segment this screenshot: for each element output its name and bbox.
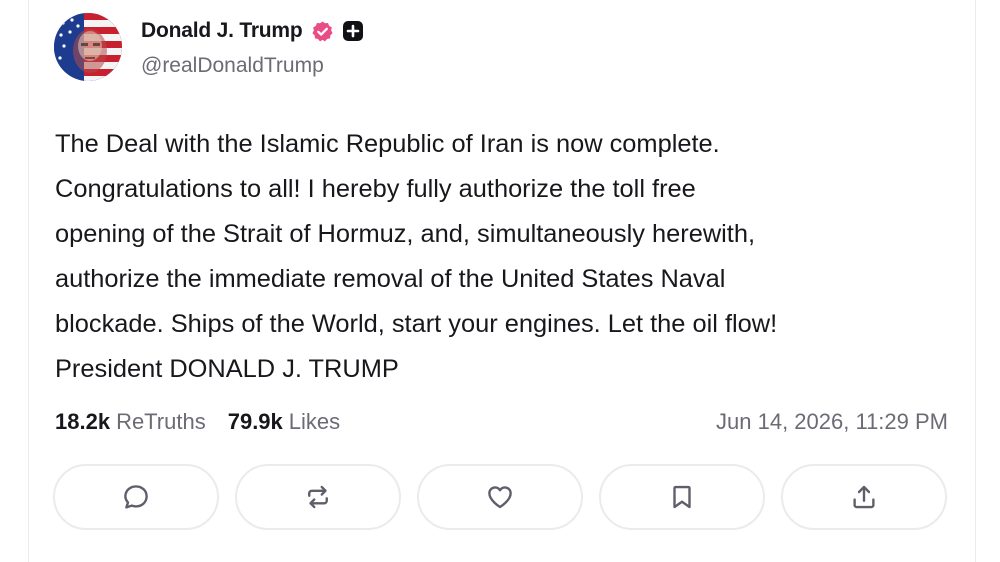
post-stats: 18.2k ReTruths 79.9k Likes (55, 405, 340, 439)
heart-icon (488, 486, 512, 509)
retruths-count[interactable]: 18.2k (55, 409, 110, 435)
author-handle[interactable]: @realDonaldTrump (141, 54, 324, 78)
avatar-image (54, 13, 122, 81)
share-button[interactable] (781, 464, 947, 530)
plus-badge-icon (342, 20, 364, 42)
action-bar (53, 464, 947, 530)
share-icon (853, 485, 875, 509)
bookmark-icon (673, 485, 691, 509)
like-button[interactable] (417, 464, 583, 530)
retruth-button[interactable] (235, 464, 401, 530)
likes-count[interactable]: 79.9k (228, 409, 283, 435)
avatar[interactable] (54, 13, 122, 81)
author-display-name[interactable]: Donald J. Trump (141, 19, 303, 43)
post-text: The Deal with the Islamic Republic of Ir… (55, 130, 778, 383)
verified-badge-icon (311, 20, 334, 43)
author-name-row: Donald J. Trump (141, 17, 364, 45)
likes-label[interactable]: Likes (289, 409, 340, 435)
post-timestamp: Jun 14, 2026, 11:29 PM (716, 409, 948, 434)
comment-icon (124, 485, 148, 509)
retruths-label[interactable]: ReTruths (116, 409, 206, 435)
reply-button[interactable] (53, 464, 219, 530)
bookmark-button[interactable] (599, 464, 765, 530)
repost-icon (308, 485, 328, 509)
